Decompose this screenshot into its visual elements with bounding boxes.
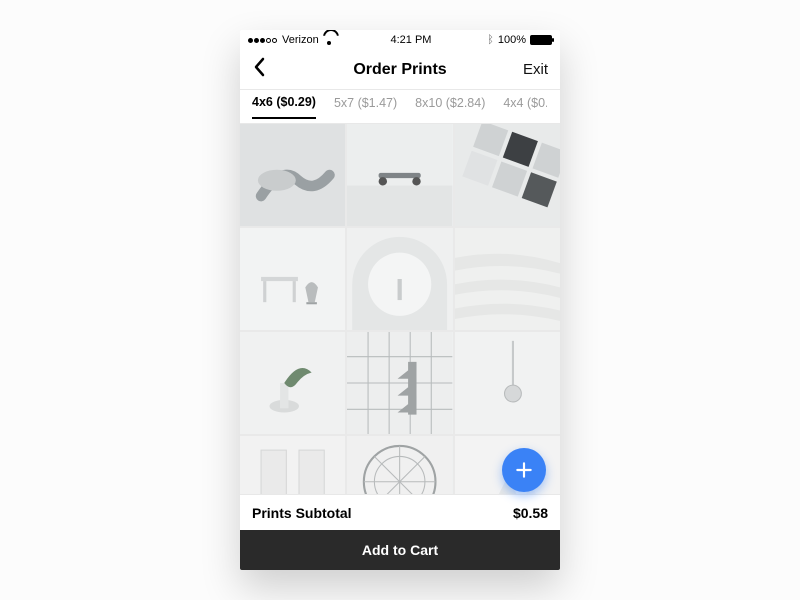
photo-grid	[240, 124, 560, 494]
photo-thumb[interactable]	[455, 124, 560, 226]
size-tabs: 4x6 ($0.29) 5x7 ($1.47) 8x10 ($2.84) 4x4…	[240, 90, 560, 124]
signal-dots-icon	[248, 34, 278, 46]
tab-4x6[interactable]: 4x6 ($0.29)	[252, 95, 316, 119]
photo-thumb[interactable]	[240, 124, 345, 226]
tab-4x4[interactable]: 4x4 ($0.	[503, 96, 547, 118]
tab-5x7[interactable]: 5x7 ($1.47)	[334, 96, 397, 118]
battery-percent: 100%	[498, 34, 526, 46]
photo-thumb[interactable]	[240, 228, 345, 330]
plus-icon	[514, 460, 534, 480]
phone-frame: Verizon 4:21 PM ᛒ 100% Order Prints Exit…	[240, 30, 560, 570]
photo-thumb[interactable]	[347, 228, 452, 330]
photo-thumb[interactable]	[347, 436, 452, 494]
bluetooth-icon: ᛒ	[487, 34, 494, 46]
photo-thumb[interactable]	[455, 228, 560, 330]
clock: 4:21 PM	[390, 34, 431, 46]
status-bar: Verizon 4:21 PM ᛒ 100%	[240, 30, 560, 50]
back-button[interactable]	[252, 57, 266, 82]
page-title: Order Prints	[240, 61, 560, 79]
tab-8x10[interactable]: 8x10 ($2.84)	[415, 96, 485, 118]
photo-thumb[interactable]	[347, 124, 452, 226]
add-photo-fab[interactable]	[502, 448, 546, 492]
add-to-cart-button[interactable]: Add to Cart	[240, 530, 560, 570]
subtotal-bar: Prints Subtotal $0.58	[240, 494, 560, 530]
photo-thumb[interactable]	[240, 436, 345, 494]
carrier-label: Verizon	[282, 34, 319, 46]
nav-bar: Order Prints Exit	[240, 50, 560, 90]
subtotal-label: Prints Subtotal	[252, 505, 352, 521]
subtotal-value: $0.58	[513, 505, 548, 521]
exit-button[interactable]: Exit	[523, 61, 548, 78]
photo-thumb[interactable]	[240, 332, 345, 434]
photo-thumb[interactable]	[455, 332, 560, 434]
battery-icon	[530, 35, 552, 45]
chevron-left-icon	[252, 57, 266, 77]
photo-thumb[interactable]	[347, 332, 452, 434]
wifi-icon	[323, 36, 335, 45]
